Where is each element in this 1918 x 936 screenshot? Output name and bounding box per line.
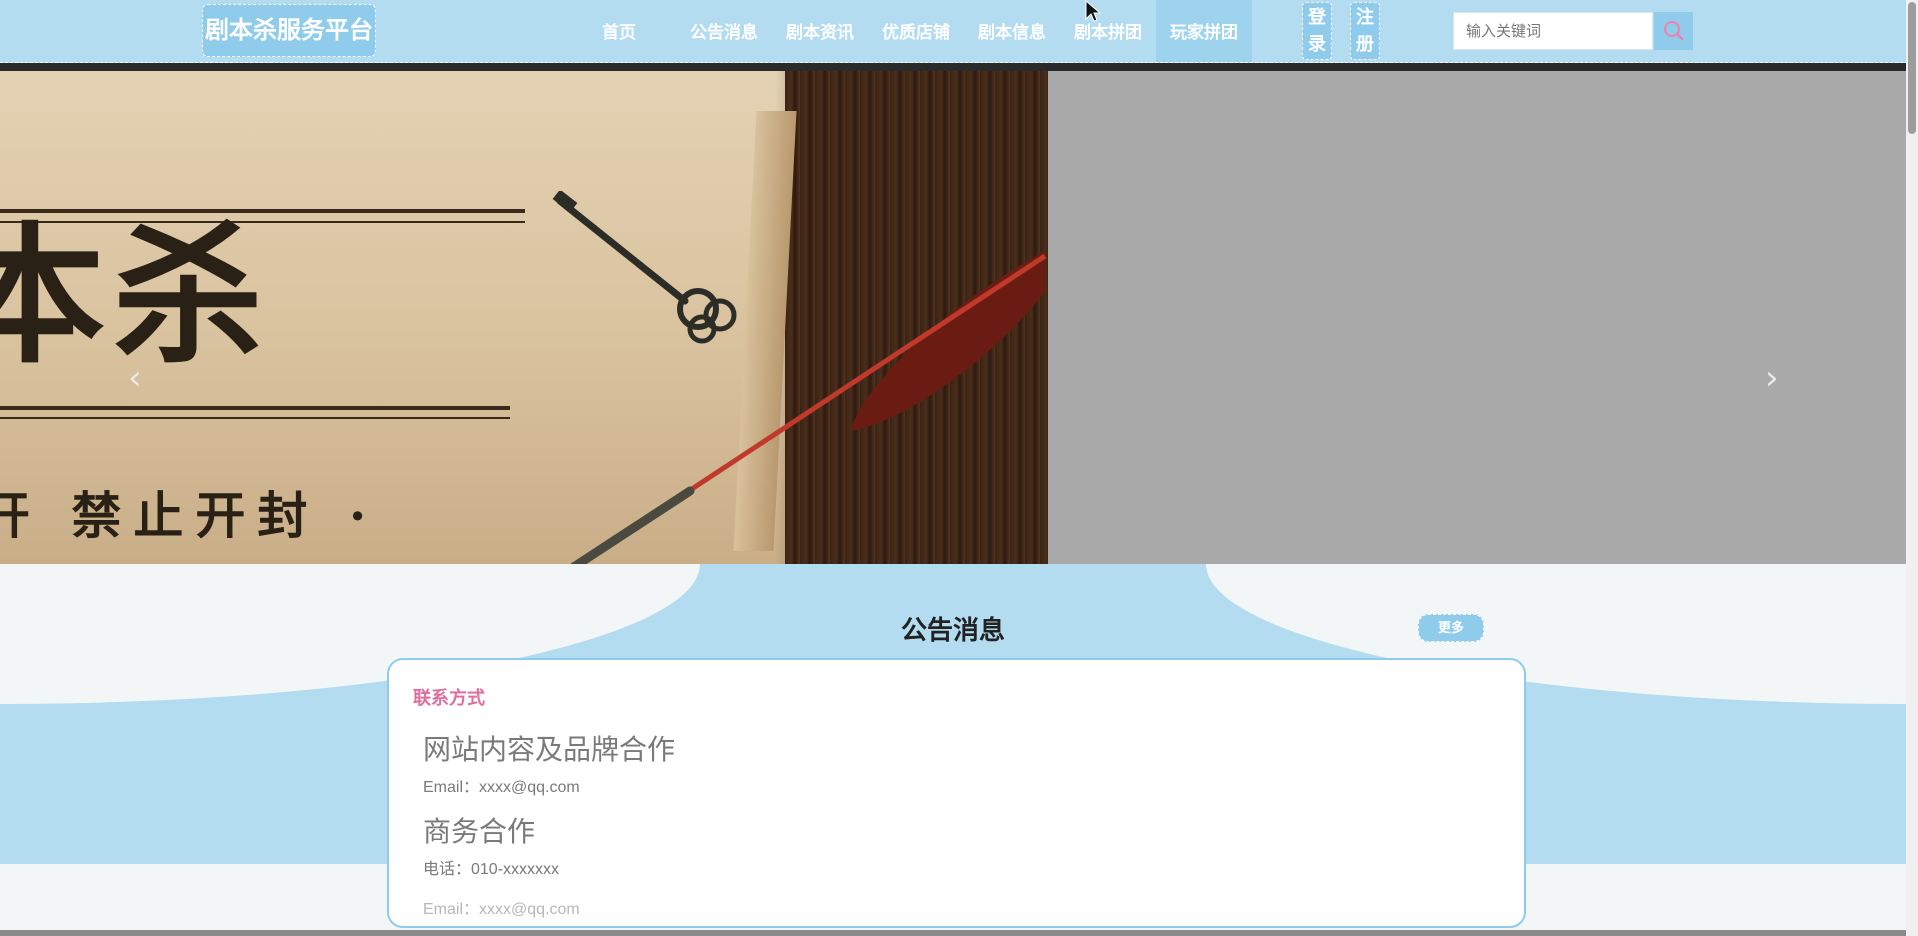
vertical-scrollbar-thumb[interactable] [1908, 2, 1916, 134]
contact-item-title: 商务合作 [423, 815, 536, 848]
contact-card: 联系方式 网站内容及品牌合作 Email：xxxx@qq.com 商务合作 电话… [387, 658, 1526, 928]
top-header: 剧本杀服务平台 首页 公告消息 剧本资讯 优质店铺 剧本信息 剧本拼团 玩家拼团… [0, 0, 1918, 63]
search-input[interactable] [1453, 12, 1653, 50]
search-button[interactable] [1654, 12, 1693, 50]
main-nav: 首页 公告消息 剧本资讯 优质店铺 剧本信息 剧本拼团 玩家拼团 [580, 0, 1252, 62]
banner-deco-line [0, 406, 510, 410]
banner-deco-line [0, 417, 510, 419]
notice-section-title: 公告消息 [900, 616, 1005, 646]
more-button[interactable]: 更多 [1418, 614, 1484, 642]
nav-item-announcements[interactable]: 公告消息 [676, 0, 772, 62]
mouse-cursor-icon [1085, 0, 1101, 22]
vertical-scrollbar[interactable] [1906, 0, 1918, 936]
contact-item-line: Email：xxxx@qq.com [423, 901, 580, 918]
nav-item-player-group[interactable]: 玩家拼团 [1156, 0, 1252, 62]
banner-top-strip [0, 63, 1906, 71]
banner-title-text: 本杀 [0, 208, 272, 384]
quill-illustration [570, 251, 1047, 564]
card-heading: 联系方式 [413, 688, 485, 709]
carousel-next-arrow[interactable]: › [1765, 361, 1785, 395]
login-button[interactable]: 登录 [1302, 2, 1332, 60]
nav-item-script-news[interactable]: 剧本资讯 [772, 0, 868, 62]
carousel-prev-arrow[interactable]: ‹ [128, 361, 148, 395]
nav-item-home[interactable]: 首页 [580, 0, 658, 62]
banner-subtitle-text: 开 禁止开封 · [0, 486, 379, 545]
banner-image: 本杀 开 禁止开封 · [0, 71, 1048, 564]
search-icon [1664, 21, 1684, 41]
chevron-right-icon: › [1765, 358, 1779, 398]
nav-item-script-group[interactable]: 剧本拼团 [1060, 0, 1156, 62]
site-logo[interactable]: 剧本杀服务平台 [202, 4, 376, 57]
banner-carousel: 本杀 开 禁止开封 · ‹ › [0, 63, 1906, 564]
contact-item-line: Email：xxxx@qq.com [423, 779, 580, 796]
register-button[interactable]: 注册 [1350, 2, 1380, 60]
nav-item-script-info[interactable]: 剧本信息 [964, 0, 1060, 62]
nav-item-quality-stores[interactable]: 优质店铺 [868, 0, 964, 62]
horizontal-scrollbar[interactable] [0, 930, 1906, 936]
chevron-left-icon: ‹ [128, 358, 142, 398]
contact-item-title: 网站内容及品牌合作 [423, 733, 676, 766]
contact-item-line: 电话：010-xxxxxxx [423, 861, 560, 878]
